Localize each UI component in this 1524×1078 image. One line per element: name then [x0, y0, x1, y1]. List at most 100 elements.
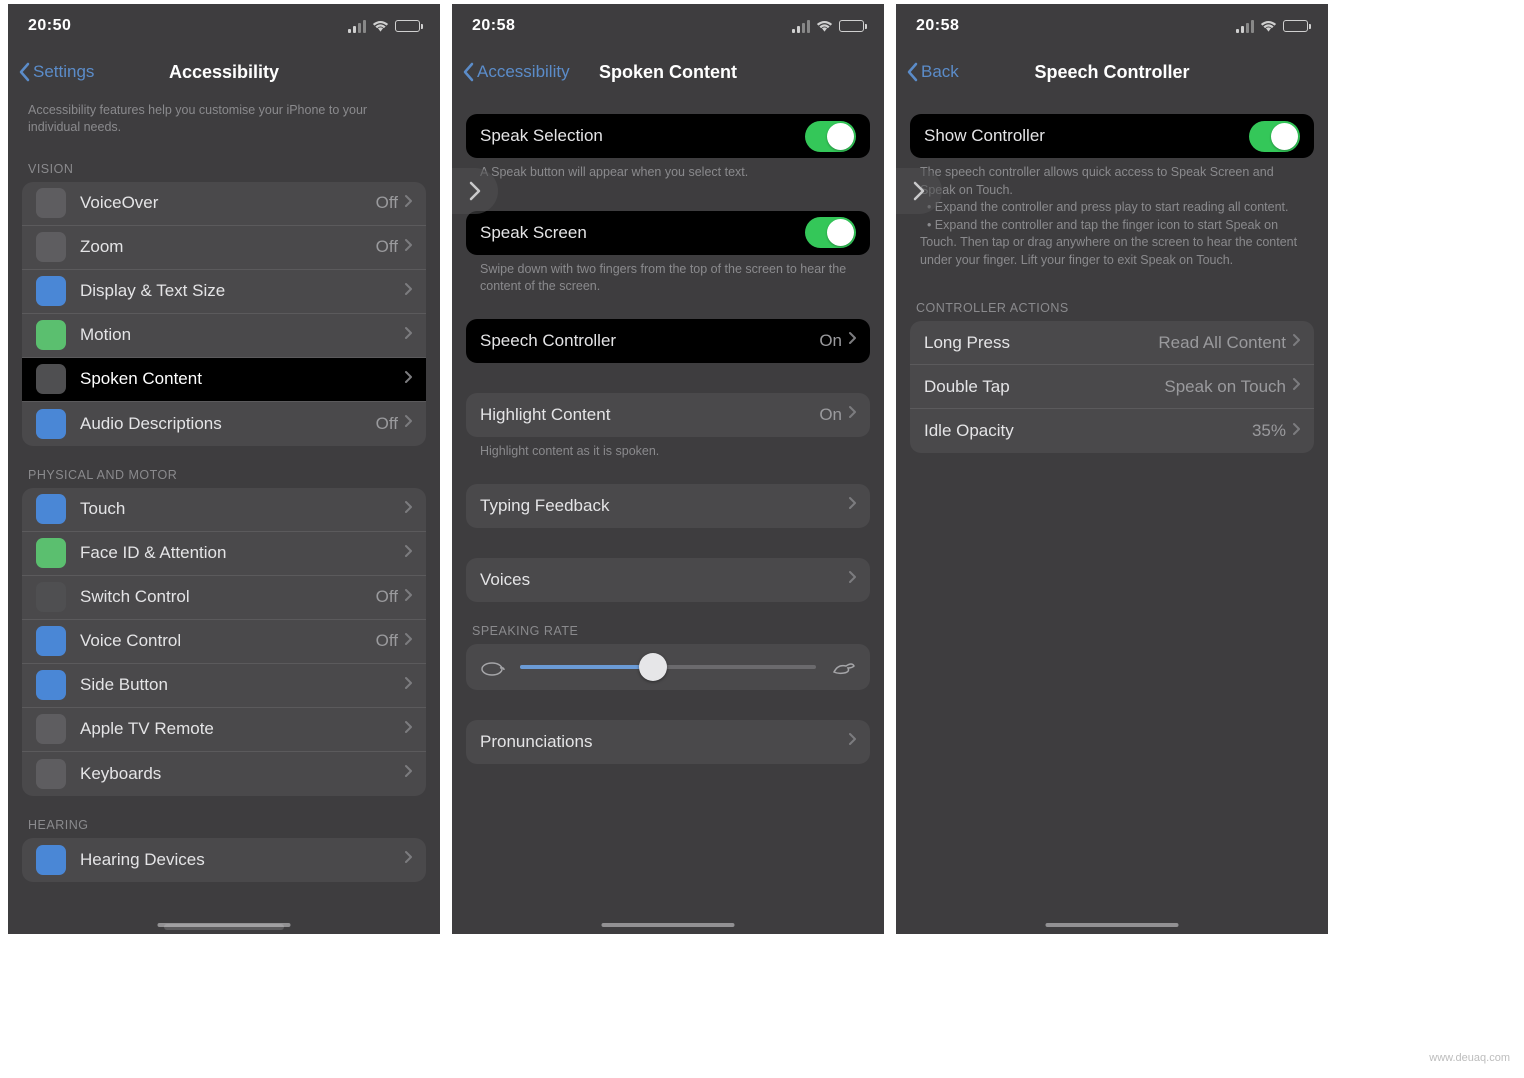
- row-value: Speak on Touch: [1164, 377, 1286, 397]
- screen-accessibility: 20:50 Settings Accessibility Accessibili…: [8, 4, 440, 934]
- row-icon: [36, 364, 66, 394]
- list: Hearing Devices: [22, 838, 426, 882]
- settings-row[interactable]: Audio DescriptionsOff: [22, 402, 426, 446]
- settings-row[interactable]: Keyboards: [22, 752, 426, 796]
- chevron: [404, 370, 412, 389]
- row-icon: [36, 626, 66, 656]
- chevron-left-icon: [18, 62, 30, 82]
- screen-spoken-content: 20:58 Accessibility Spoken Content Speak…: [452, 4, 884, 934]
- status-time: 20:50: [28, 17, 71, 35]
- toggle-row[interactable]: Speak Selection: [466, 114, 870, 158]
- spacer: [452, 528, 884, 546]
- chevron-right-icon: [404, 370, 412, 384]
- settings-row[interactable]: Spoken Content: [22, 358, 426, 402]
- screen-speech-controller: 20:58 Back Speech Controller Show Contro…: [896, 4, 1328, 934]
- row-label: Side Button: [80, 675, 404, 695]
- settings-row[interactable]: Face ID & Attention: [22, 532, 426, 576]
- home-indicator[interactable]: [1046, 923, 1179, 927]
- toggle-switch[interactable]: [1249, 121, 1300, 152]
- toggle-switch[interactable]: [805, 121, 856, 152]
- row-label: Speak Screen: [480, 223, 805, 243]
- settings-row[interactable]: Side Button: [22, 664, 426, 708]
- settings-row[interactable]: Touch: [22, 488, 426, 532]
- nav-bar: Settings Accessibility: [8, 48, 440, 96]
- settings-row[interactable]: Voice ControlOff: [22, 620, 426, 664]
- settings-row[interactable]: VoiceOverOff: [22, 182, 426, 226]
- list: TouchFace ID & AttentionSwitch ControlOf…: [22, 488, 426, 796]
- cellular-icon: [348, 20, 366, 33]
- content: Speak SelectionA Speak button will appea…: [452, 96, 884, 934]
- toggle-switch[interactable]: [805, 217, 856, 248]
- row-icon: [36, 409, 66, 439]
- chevron-right-icon: [912, 180, 926, 202]
- chevron: [404, 764, 412, 783]
- chevron-right-icon: [404, 544, 412, 558]
- chevron-right-icon: [404, 326, 412, 340]
- chevron: [848, 331, 856, 350]
- status-time: 20:58: [472, 17, 515, 35]
- back-button[interactable]: Back: [906, 62, 959, 82]
- chevron: [404, 500, 412, 519]
- chevron-right-icon: [404, 720, 412, 734]
- home-indicator[interactable]: [602, 923, 735, 927]
- row-label: Typing Feedback: [480, 496, 848, 516]
- settings-row[interactable]: ZoomOff: [22, 226, 426, 270]
- content: Accessibility features help you customis…: [8, 96, 440, 934]
- link-row[interactable]: Double TapSpeak on Touch: [910, 365, 1314, 409]
- chevron-right-icon: [1292, 422, 1300, 436]
- chevron-right-icon: [848, 405, 856, 419]
- back-button[interactable]: Accessibility: [462, 62, 570, 82]
- link-row[interactable]: Pronunciations: [466, 720, 870, 764]
- settings-row[interactable]: Display & Text Size: [22, 270, 426, 314]
- settings-row[interactable]: Apple TV Remote: [22, 708, 426, 752]
- row-icon: [36, 276, 66, 306]
- intro-text: Accessibility features help you customis…: [8, 96, 440, 140]
- row-value: Off: [376, 414, 398, 434]
- wifi-icon: [1260, 20, 1277, 33]
- row-value: Off: [376, 237, 398, 257]
- speaking-rate-slider[interactable]: [466, 644, 870, 690]
- chevron: [404, 238, 412, 257]
- chevron: [848, 405, 856, 424]
- settings-row[interactable]: Motion: [22, 314, 426, 358]
- link-row[interactable]: Highlight ContentOn: [466, 393, 870, 437]
- watermark: www.deuaq.com: [1429, 1052, 1510, 1064]
- link-row[interactable]: Speech ControllerOn: [466, 319, 870, 363]
- slider-thumb[interactable]: [639, 653, 667, 681]
- list: Show Controller: [910, 114, 1314, 158]
- row-icon: [36, 582, 66, 612]
- chevron: [848, 496, 856, 515]
- home-indicator[interactable]: [158, 923, 291, 927]
- chevron-right-icon: [848, 570, 856, 584]
- row-icon: [36, 232, 66, 262]
- row-label: VoiceOver: [80, 193, 376, 213]
- row-label: Switch Control: [80, 587, 376, 607]
- chevron-left-icon: [462, 62, 474, 82]
- settings-row[interactable]: Switch ControlOff: [22, 576, 426, 620]
- chevron: [848, 732, 856, 751]
- settings-row[interactable]: Hearing Devices: [22, 838, 426, 882]
- back-button[interactable]: Settings: [18, 62, 94, 82]
- expand-overlay[interactable]: [452, 168, 498, 214]
- link-row[interactable]: Idle Opacity35%: [910, 409, 1314, 453]
- list: Typing Feedback: [466, 484, 870, 528]
- chevron-right-icon: [404, 414, 412, 428]
- toggle-row[interactable]: Speak Screen: [466, 211, 870, 255]
- row-icon: [36, 494, 66, 524]
- row-label: Highlight Content: [480, 405, 819, 425]
- row-label: Zoom: [80, 237, 376, 257]
- row-value: Off: [376, 631, 398, 651]
- spacer: [452, 363, 884, 381]
- toggle-row[interactable]: Show Controller: [910, 114, 1314, 158]
- link-row[interactable]: Long PressRead All Content: [910, 321, 1314, 365]
- cellular-icon: [1236, 20, 1254, 33]
- battery-icon: [395, 20, 420, 32]
- link-row[interactable]: Typing Feedback: [466, 484, 870, 528]
- chevron: [404, 326, 412, 345]
- nav-title: Speech Controller: [908, 62, 1316, 83]
- row-icon: [36, 320, 66, 350]
- expand-overlay[interactable]: [896, 168, 942, 214]
- section-header: HEARING: [8, 796, 440, 838]
- wifi-icon: [372, 20, 389, 33]
- link-row[interactable]: Voices: [466, 558, 870, 602]
